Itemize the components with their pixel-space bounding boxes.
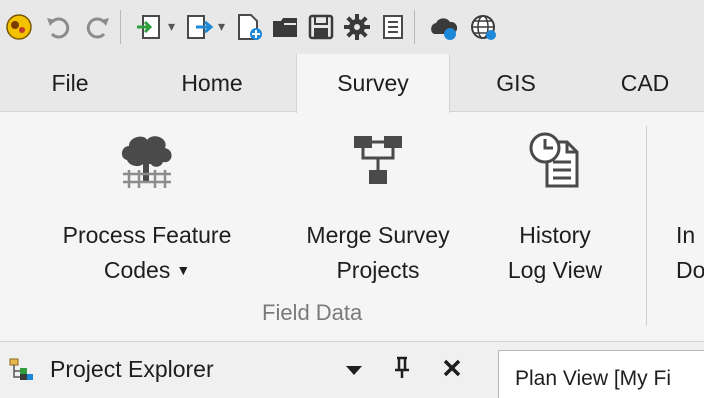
- tab-gis[interactable]: GIS: [480, 54, 552, 112]
- tab-survey[interactable]: Survey: [296, 54, 450, 113]
- import-document-label: In Do: [676, 218, 704, 288]
- history-log-icon: [529, 132, 579, 188]
- undo-icon[interactable]: [44, 12, 74, 42]
- open-folder-icon[interactable]: [270, 12, 300, 42]
- plan-view-tab-label: Plan View [My Fi: [515, 367, 671, 390]
- import-document-line2: Do: [676, 257, 704, 283]
- feature-codes-tree-icon: [121, 136, 172, 188]
- ribbon-group-separator: [646, 126, 647, 326]
- ribbon-tab-bar: File Home Survey GIS CAD: [0, 54, 704, 113]
- history-log-view-line1: History: [519, 222, 591, 248]
- project-explorer-header: Project Explorer: [0, 342, 496, 398]
- merge-survey-projects-line2: Projects: [336, 257, 420, 283]
- toolbar-separator: [120, 10, 121, 44]
- redo-icon[interactable]: [82, 12, 112, 42]
- survey-ribbon-panel: Process Feature Codes ▼ Merge Survey Proj…: [0, 112, 704, 342]
- pin-icon[interactable]: [386, 350, 418, 386]
- cloud-services-icon[interactable]: [428, 12, 458, 42]
- settings-icon[interactable]: [342, 12, 372, 42]
- process-feature-codes-line2: Codes: [103, 257, 171, 283]
- plan-view-document-tab[interactable]: Plan View [My Fi: [498, 350, 704, 398]
- import-document-line1: In: [676, 222, 696, 248]
- close-icon[interactable]: [436, 350, 468, 386]
- app-logo-icon[interactable]: [4, 12, 34, 42]
- export-icon[interactable]: [184, 12, 214, 42]
- import-icon[interactable]: [134, 12, 164, 42]
- toolbar-separator: [414, 10, 415, 44]
- export-dropdown-icon[interactable]: ▾: [218, 15, 225, 37]
- properties-icon[interactable]: [378, 12, 408, 42]
- tab-home[interactable]: Home: [160, 54, 264, 112]
- save-icon[interactable]: [306, 12, 336, 42]
- project-explorer-title: Project Explorer: [50, 356, 214, 382]
- import-dropdown-icon[interactable]: ▾: [168, 15, 175, 37]
- history-log-view-label: History Log View: [490, 218, 620, 288]
- project-explorer-icon: [9, 358, 33, 380]
- import-document-button[interactable]: In Do: [664, 112, 704, 292]
- tab-cad[interactable]: CAD: [600, 54, 690, 112]
- tab-file[interactable]: File: [30, 54, 110, 112]
- dropdown-arrow-icon[interactable]: ▼: [176, 262, 190, 278]
- merge-survey-projects-button[interactable]: Merge Survey Projects: [280, 112, 476, 292]
- quick-access-toolbar: ▾ ▾: [0, 0, 704, 54]
- merge-survey-projects-line1: Merge Survey: [306, 222, 450, 248]
- merge-survey-projects-label: Merge Survey Projects: [280, 218, 476, 288]
- globe-icon[interactable]: [468, 12, 498, 42]
- process-feature-codes-line1: Process Feature: [62, 222, 232, 248]
- history-log-view-line2: Log View: [507, 257, 603, 283]
- ribbon-group-label: Field Data: [262, 300, 363, 325]
- process-feature-codes-button[interactable]: Process Feature Codes ▼: [36, 112, 258, 292]
- pane-menu-dropdown-icon[interactable]: [338, 350, 370, 386]
- process-feature-codes-label: Process Feature Codes ▼: [36, 218, 258, 288]
- history-log-view-button[interactable]: History Log View: [490, 112, 620, 292]
- new-project-icon[interactable]: [234, 12, 264, 42]
- merge-projects-icon: [354, 136, 402, 184]
